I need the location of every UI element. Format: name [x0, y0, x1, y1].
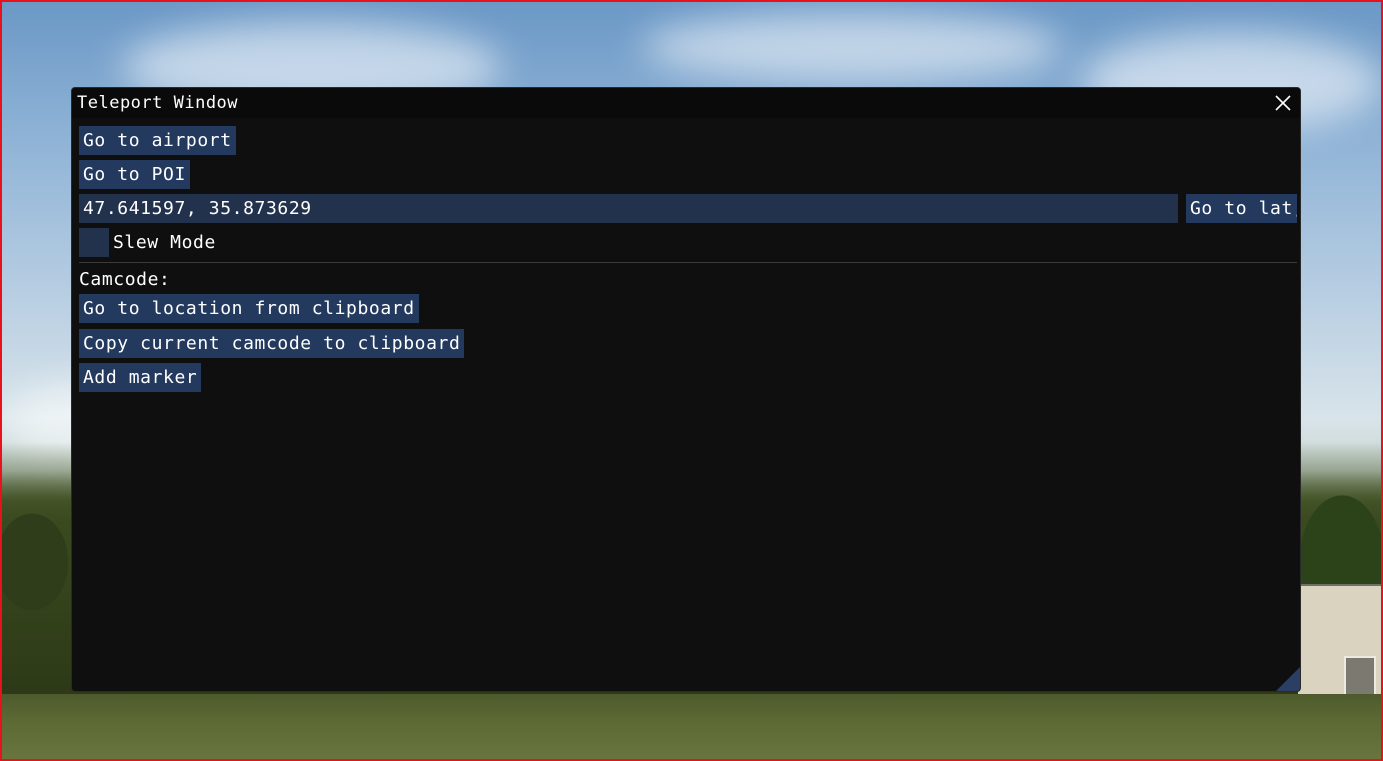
cloud	[642, 12, 1062, 82]
close-icon	[1275, 95, 1291, 111]
go-to-location-from-clipboard-button[interactable]: Go to location from clipboard	[79, 294, 419, 323]
resize-grip[interactable]	[1276, 667, 1300, 691]
window-title: Teleport Window	[77, 93, 239, 113]
slew-mode-checkbox[interactable]	[79, 228, 109, 257]
ground	[2, 694, 1381, 759]
coordinates-input[interactable]: 47.641597, 35.873629	[79, 194, 1178, 223]
window-titlebar[interactable]: Teleport Window	[72, 88, 1300, 118]
copy-camcode-button[interactable]: Copy current camcode to clipboard	[79, 329, 465, 358]
camcode-label: Camcode:	[79, 269, 171, 290]
go-to-latlon-button[interactable]: Go to lat,	[1186, 194, 1297, 223]
go-to-airport-button[interactable]: Go to airport	[79, 126, 236, 155]
go-to-poi-button[interactable]: Go to POI	[79, 160, 190, 189]
add-marker-button[interactable]: Add marker	[79, 363, 202, 392]
separator	[79, 262, 1297, 263]
slew-mode-label: Slew Mode	[113, 232, 216, 253]
close-button[interactable]	[1272, 92, 1294, 114]
house-window	[1344, 656, 1376, 698]
teleport-window: Teleport Window Go to airport Go to POI …	[71, 87, 1301, 692]
